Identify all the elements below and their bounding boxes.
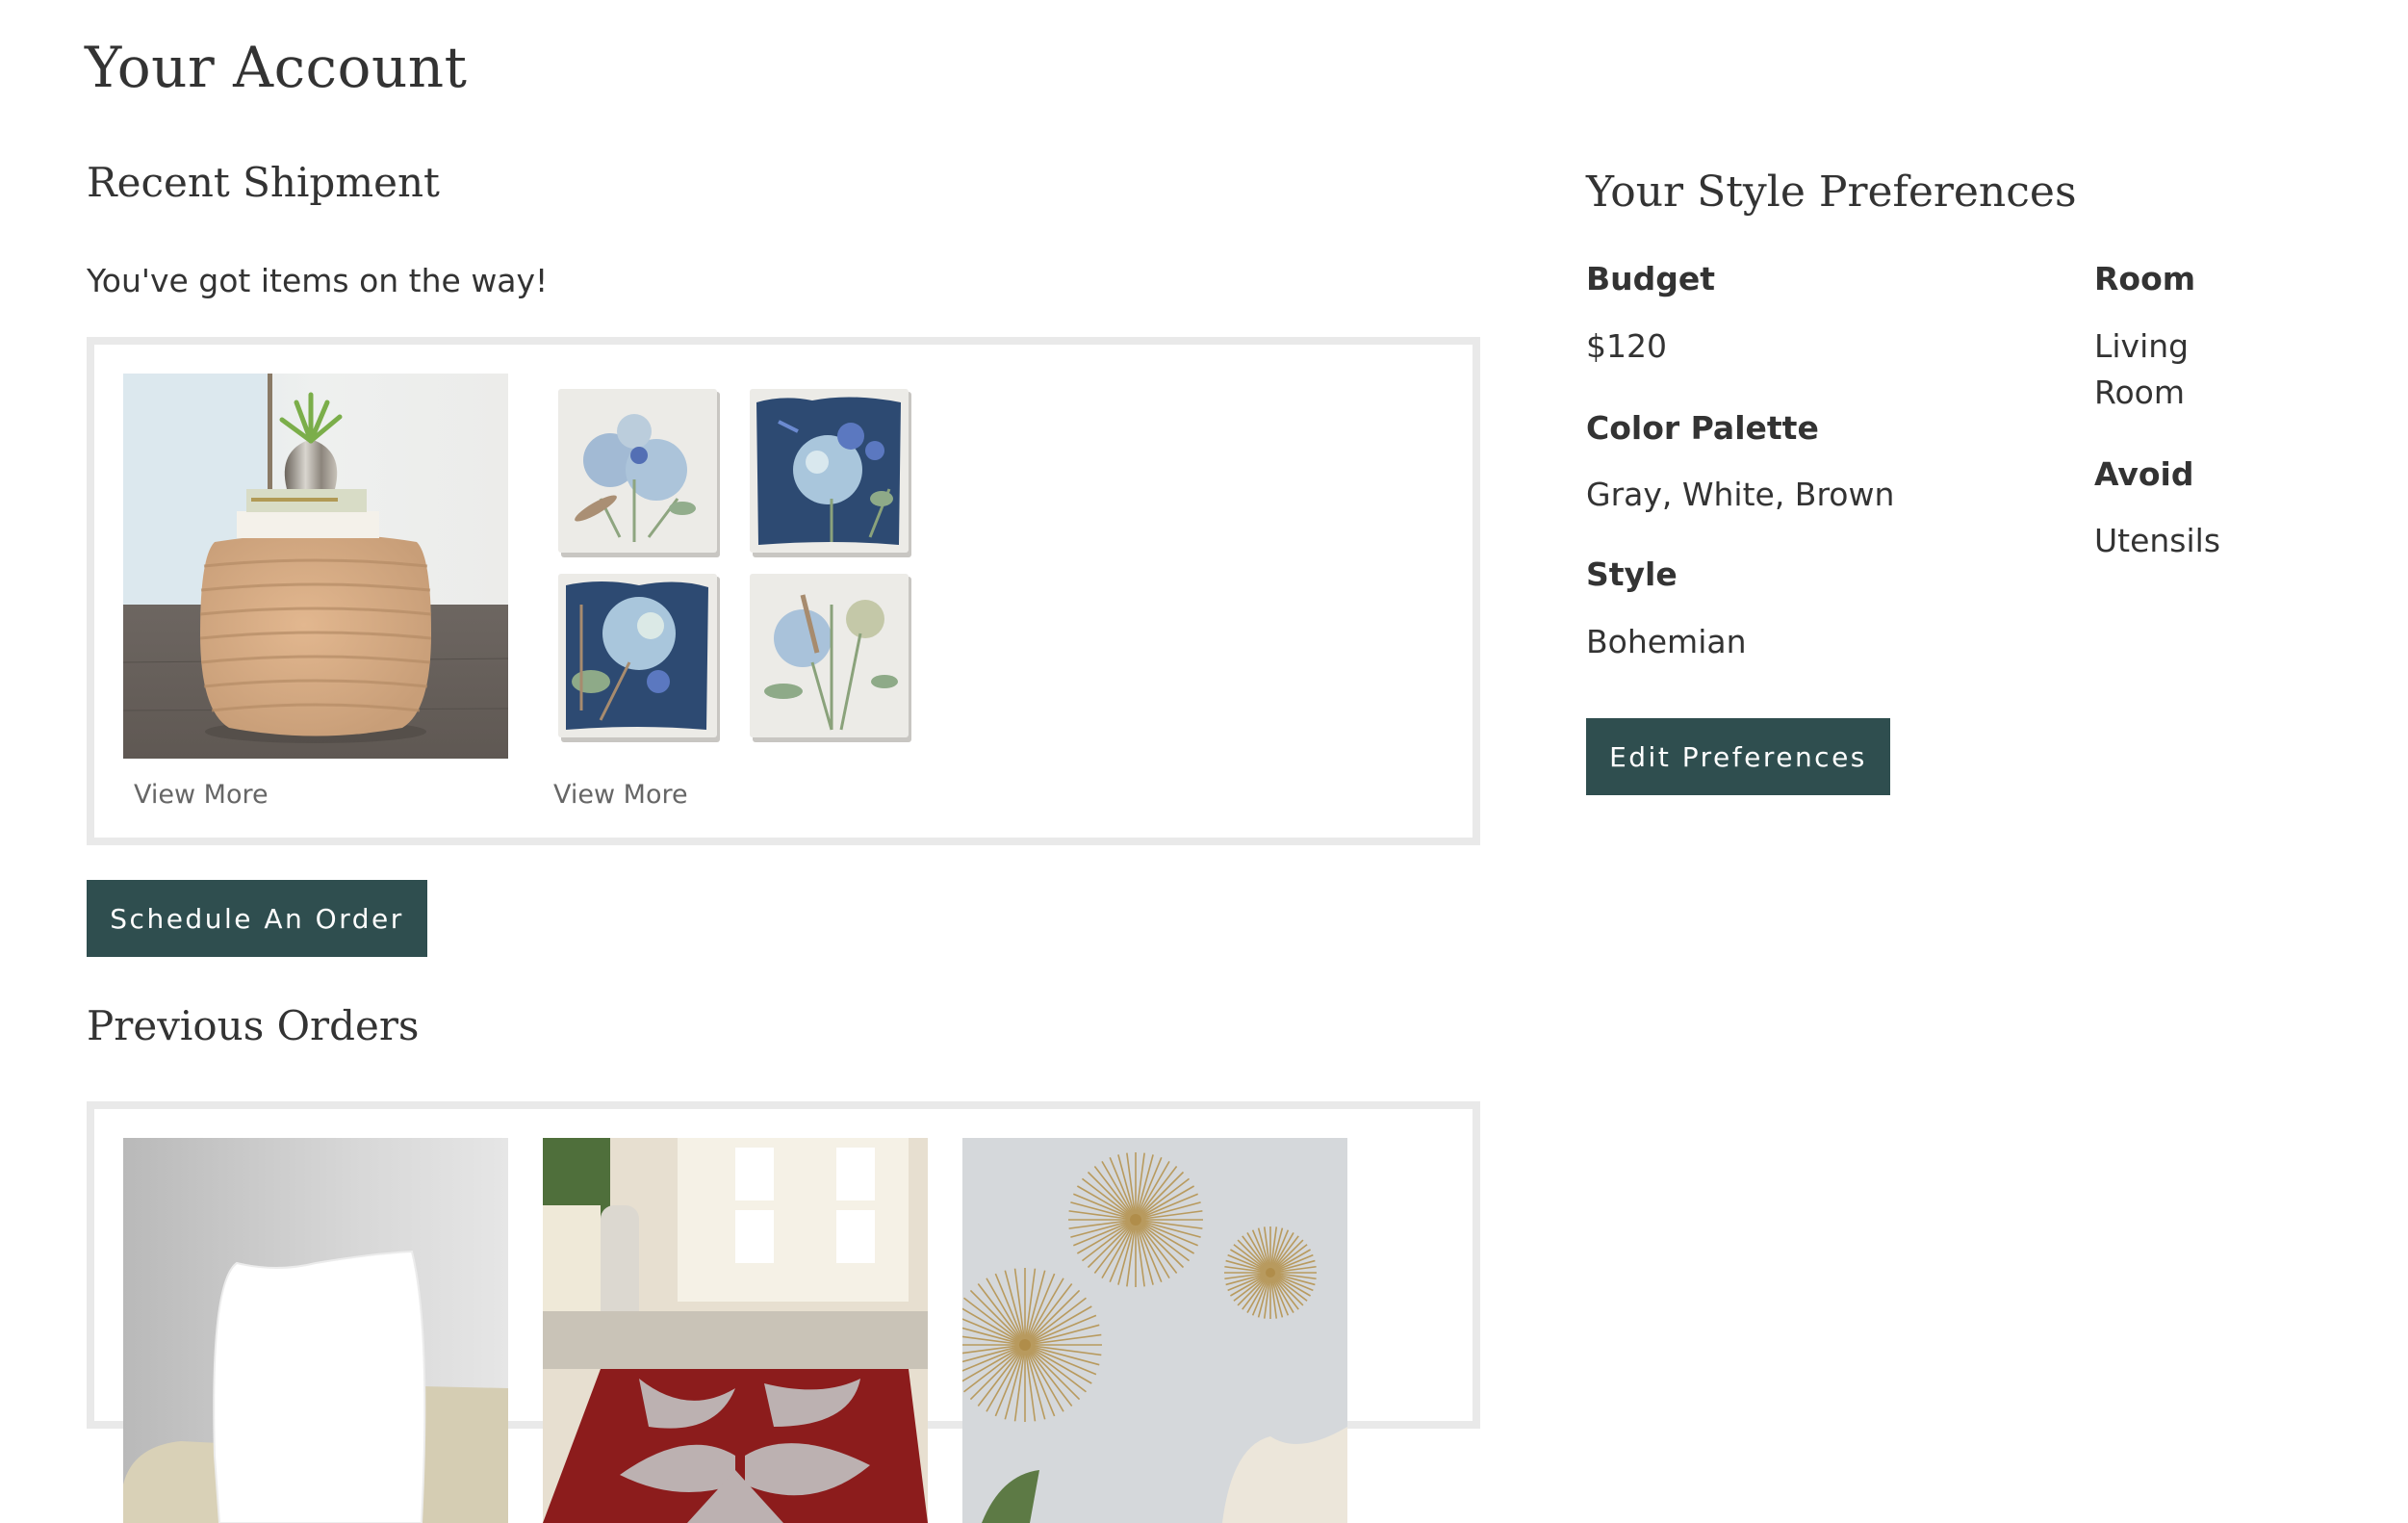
style-preferences-heading: Your Style Preferences [1586,168,2077,217]
previous-order-item [123,1138,508,1523]
page-title: Your Account [85,35,468,100]
budget-label: Budget [1586,260,1716,297]
avoid-label: Avoid [2094,455,2194,493]
budget-value: $120 [1586,327,1667,365]
previous-order-item [962,1138,1347,1523]
starburst-photo-illustration [962,1138,1347,1523]
room-value: Living Room [2094,327,2190,411]
recent-shipment-box: View More View More [87,337,1480,845]
view-more-link[interactable]: View More [134,778,508,813]
avoid-value: Utensils [2094,522,2221,559]
product-image-pouf[interactable] [123,374,508,759]
room-label: Room [2094,260,2196,297]
shipment-item: View More [123,374,508,813]
floral-tiles-photo-illustration [543,374,928,759]
shipment-status-text: You've got items on the way! [87,262,549,299]
shipment-item: View More [543,374,928,813]
product-image-floral-tiles[interactable] [543,374,928,759]
color-palette-value: Gray, White, Brown [1586,476,1895,513]
previous-orders-heading: Previous Orders [87,1002,420,1049]
product-image-rug[interactable] [543,1138,928,1523]
style-label: Style [1586,555,1678,593]
previous-order-item [543,1138,928,1523]
edit-preferences-button[interactable]: Edit Preferences [1586,718,1890,795]
product-image-starburst[interactable] [962,1138,1347,1523]
pouf-photo-illustration [123,374,508,759]
schedule-order-button[interactable]: Schedule An Order [87,880,427,957]
previous-orders-box [87,1101,1480,1523]
color-palette-label: Color Palette [1586,409,1819,447]
product-image-pillow[interactable] [123,1138,508,1523]
pillow-photo-illustration [123,1138,508,1523]
view-more-link[interactable]: View More [553,778,928,813]
rug-photo-illustration [543,1138,928,1523]
recent-shipment-heading: Recent Shipment [87,159,440,206]
style-value: Bohemian [1586,623,1747,660]
